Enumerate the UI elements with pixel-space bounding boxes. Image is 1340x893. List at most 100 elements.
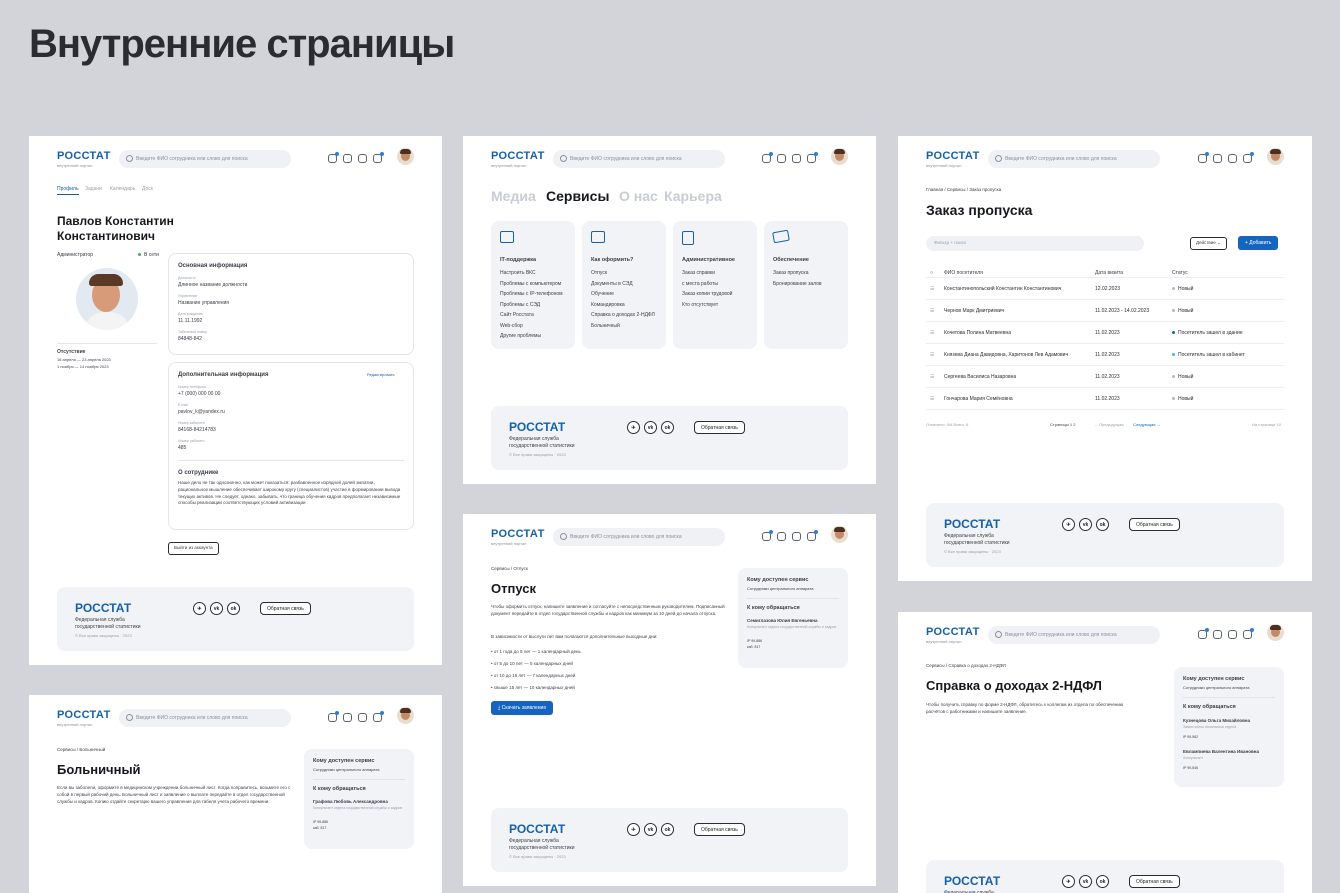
calendar-icon[interactable]	[1213, 630, 1222, 639]
chat-icon[interactable]	[358, 154, 367, 163]
help-icon[interactable]	[762, 152, 773, 163]
ok-icon[interactable]: ok	[661, 421, 674, 434]
chat-icon[interactable]	[792, 154, 801, 163]
telegram-icon[interactable]: ✈	[1062, 518, 1075, 531]
bell-icon[interactable]	[373, 711, 384, 722]
next-page-button[interactable]: Следующая →	[1133, 422, 1161, 428]
service-links[interactable]: Настроить ВКС Проблемы с компьютером Пробл…	[500, 268, 563, 342]
ok-icon[interactable]: ok	[227, 602, 240, 615]
calendar-icon[interactable]	[777, 532, 786, 541]
edit-button[interactable]: Редактировать	[367, 372, 395, 378]
logo[interactable]: РОССТАТ внутренний портал	[57, 150, 111, 168]
bell-icon[interactable]	[1243, 628, 1254, 639]
per-page-select[interactable]: На странице 10	[1252, 422, 1281, 428]
breadcrumb[interactable]: Главная / Сервисы / Заказ пропуска	[926, 187, 1001, 194]
calendar-icon[interactable]	[777, 154, 786, 163]
feedback-button[interactable]: Обратная связь	[694, 823, 745, 836]
help-icon[interactable]	[328, 711, 339, 722]
table-row[interactable]: ☰ Константинопольский Константин Констант…	[926, 278, 1284, 300]
download-application-button[interactable]: ⤓ Скачать заявление	[491, 701, 554, 715]
telegram-icon[interactable]: ✈	[193, 602, 206, 615]
help-icon[interactable]	[1198, 628, 1209, 639]
column-header[interactable]: Статус	[1172, 270, 1188, 276]
add-button[interactable]: + Добавить	[1238, 236, 1279, 250]
pagination[interactable]: Страницы 1 2	[1050, 422, 1075, 428]
search-input[interactable]: Введите ФИО сотрудника или слово для пои…	[988, 626, 1160, 644]
role[interactable]: Администратор	[57, 252, 93, 260]
table-row[interactable]: ☰ Кочетова Полина Матвеевна 11.02.2023 Посе…	[926, 322, 1284, 344]
column-header[interactable]: Дата визита	[1095, 270, 1123, 276]
logo[interactable]: РОССТАТ внутренний портал	[926, 150, 980, 168]
ok-icon[interactable]: ok	[661, 823, 674, 836]
feedback-button[interactable]: Обратная связь	[260, 602, 311, 615]
feedback-button[interactable]: Обратная связь	[1129, 875, 1180, 888]
vk-icon[interactable]: vk	[1079, 518, 1092, 531]
calendar-icon[interactable]	[343, 713, 352, 722]
logo[interactable]: РОССТАТ внутренний портал	[491, 150, 545, 168]
tab-profile[interactable]: Профиль	[57, 186, 79, 194]
search-input[interactable]: Введите ФИО сотрудника или слово для пои…	[119, 150, 291, 168]
table-row[interactable]: ☰ Князева Диана Давидовна, Харитонов Лев …	[926, 344, 1284, 366]
chat-icon[interactable]	[792, 532, 801, 541]
help-icon[interactable]	[328, 152, 339, 163]
tab-career[interactable]: Карьера	[664, 188, 722, 204]
search-input[interactable]: Введите ФИО сотрудника или слово для пои…	[119, 709, 291, 727]
footer-logo[interactable]: РОССТАТ	[944, 874, 1000, 888]
tab-calendar[interactable]: Календарь	[110, 186, 135, 194]
table-row[interactable]: ☰ Сергеева Василиса Назаровна 11.02.2023 Но…	[926, 366, 1284, 388]
vk-icon[interactable]: vk	[210, 602, 223, 615]
bell-icon[interactable]	[807, 152, 818, 163]
table-row[interactable]: ☰ Гончарова Мария Семёновна 11.02.2023 Новы…	[926, 388, 1284, 410]
vk-icon[interactable]: vk	[1079, 875, 1092, 888]
service-links[interactable]: Заказ пропуска Бронирование залов	[773, 268, 822, 289]
table-row[interactable]: ☰ Чернов Марк Дмитриевич 11.02.2023 - 14.0…	[926, 300, 1284, 322]
ok-icon[interactable]: ok	[1096, 518, 1109, 531]
tab-board[interactable]: Доск	[142, 186, 153, 194]
vk-icon[interactable]: vk	[644, 823, 657, 836]
logout-button[interactable]: Выйти из аккаунта	[168, 542, 219, 555]
checkbox[interactable]: ○	[930, 270, 933, 276]
avatar[interactable]	[831, 148, 848, 165]
vk-icon[interactable]: vk	[644, 421, 657, 434]
avatar[interactable]	[831, 526, 848, 543]
avatar[interactable]	[397, 148, 414, 165]
feedback-button[interactable]: Обратная связь	[1129, 518, 1180, 531]
bell-icon[interactable]	[1243, 152, 1254, 163]
chat-icon[interactable]	[358, 713, 367, 722]
tab-about[interactable]: О нас	[619, 188, 658, 204]
breadcrumb[interactable]: Сервисы / Справка о доходах 2-НДФЛ	[926, 663, 1006, 670]
telegram-icon[interactable]: ✈	[1062, 875, 1075, 888]
logo[interactable]: РОССТАТ внутренний портал	[926, 626, 980, 644]
footer-logo[interactable]: РОССТАТ	[944, 517, 1000, 531]
feedback-button[interactable]: Обратная связь	[694, 421, 745, 434]
chat-icon[interactable]	[1228, 154, 1237, 163]
ok-icon[interactable]: ok	[1096, 875, 1109, 888]
help-icon[interactable]	[762, 530, 773, 541]
avatar[interactable]	[1267, 624, 1284, 641]
telegram-icon[interactable]: ✈	[627, 421, 640, 434]
footer-logo[interactable]: РОССТАТ	[509, 420, 565, 434]
search-input[interactable]: Введите ФИО сотрудника или слово для пои…	[553, 528, 725, 546]
calendar-icon[interactable]	[1213, 154, 1222, 163]
avatar[interactable]	[1267, 148, 1284, 165]
breadcrumb[interactable]: Сервисы / Больничный	[57, 747, 105, 754]
tab-media[interactable]: Медиа	[491, 188, 536, 204]
column-header[interactable]: ФИО посетителя	[944, 270, 983, 276]
bell-icon[interactable]	[373, 152, 384, 163]
filter-search-input[interactable]: Фильтр + поиск	[926, 236, 1144, 251]
calendar-icon[interactable]	[343, 154, 352, 163]
help-icon[interactable]	[1198, 152, 1209, 163]
footer-logo[interactable]: РОССТАТ	[509, 822, 565, 836]
breadcrumb[interactable]: Сервисы / Отпуск	[491, 566, 528, 573]
avatar[interactable]	[397, 707, 414, 724]
tab-tasks[interactable]: Задачи	[85, 186, 102, 194]
service-links[interactable]: Отпуск Документы в СЭД Обучение Командировк…	[591, 268, 655, 331]
tab-services[interactable]: Сервисы	[546, 188, 609, 204]
logo[interactable]: РОССТАТ внутренний портал	[491, 528, 545, 546]
service-links[interactable]: Заказ справки с места работы Заказ копии т…	[682, 268, 732, 310]
search-input[interactable]: Введите ФИО сотрудника или слово для пои…	[553, 150, 725, 168]
action-dropdown[interactable]: Действие ⌄	[1190, 237, 1227, 250]
logo[interactable]: РОССТАТ внутренний портал	[57, 709, 111, 727]
bell-icon[interactable]	[807, 530, 818, 541]
prev-page-button[interactable]: ← Предыдущая	[1094, 422, 1124, 428]
